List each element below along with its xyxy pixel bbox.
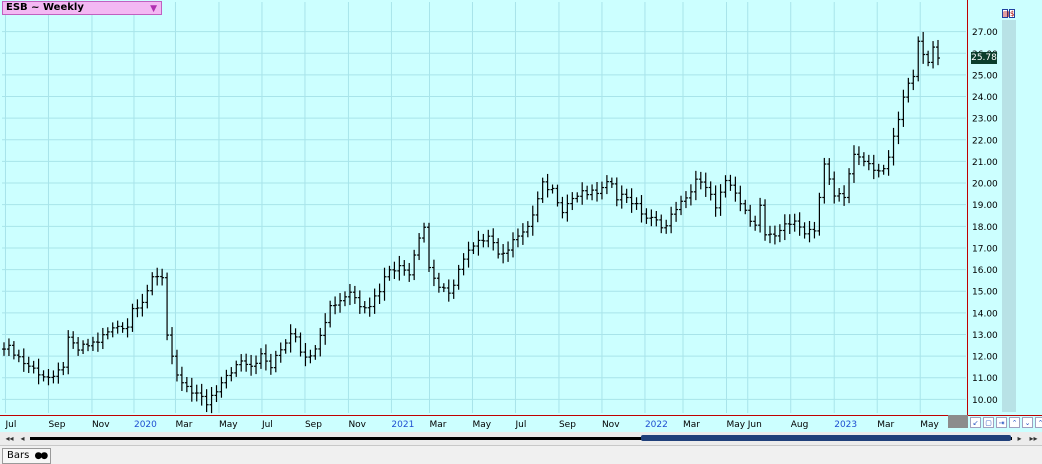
last-price-tag: 25.78 [971,52,997,65]
x-tick-label: 2023 [834,420,857,430]
status-bar: Bars ●● [0,445,1042,464]
symbol-label: ESB ~ Weekly [6,2,84,13]
y-tick-label: 25.00 [972,71,998,81]
tab-dots-icon: ●● [34,451,49,461]
x-tick-label: Sep [48,420,65,430]
scroll-left-icon[interactable]: ◂ [17,433,28,444]
y-tick-label: 15.00 [972,288,998,298]
grid-lines [2,2,966,413]
y-axis-labels: 10.00 11.00 12.00 13.00 14.00 15.00 16.00 17.00… [972,28,998,406]
x-tick-label: Sep [559,420,576,430]
scroll-right-icon[interactable]: ▸ [1014,433,1025,444]
y-tick-label: 22.00 [972,136,998,146]
zoom-buttons[interactable]: ↙ ▢ ⇥ ⌃ ⌄ ⌃ [970,417,1042,428]
x-tick-label: Aug [791,420,809,430]
y-tick-label: 20.00 [972,180,998,190]
scroll-start-icon[interactable]: ◂◂ [4,433,15,444]
bars-tab[interactable]: Bars ●● [2,448,52,464]
zoom-reset-icon[interactable]: ⌃ [1035,417,1042,428]
time-scrollbar[interactable]: ◂◂ ◂ ▸ ▸▸ [0,432,1042,445]
x-tick-label: May [920,420,939,430]
scale-mode-buttons[interactable]: ▤ $ [1002,9,1015,18]
x-tick-label: May [219,420,238,430]
x-tick-label: Mar [683,420,700,430]
x-tick-label: 2022 [645,420,668,430]
x-tick-label: Nov [92,420,110,430]
y-tick-label: 11.00 [972,374,998,384]
y-tick-label: 21.00 [972,158,998,168]
x-tick-label: 2021 [391,420,414,430]
x-tick-label: Sep [305,420,322,430]
x-tick-label: May [472,420,491,430]
scroll-thumb[interactable] [641,435,1011,441]
bars-tab-label: Bars [7,450,30,461]
x-axis-labels: Jul Sep Nov 2020 Mar May Jul Sep Nov 2021 Mar May Ju… [4,420,939,430]
x-tick-label: 2020 [134,420,157,430]
x-tick-label: Jun [747,420,762,430]
zoom-box-icon[interactable]: ▢ [983,417,994,428]
scroll-end-icon[interactable]: ⇥ [996,417,1007,428]
scale-mode-icon-b[interactable]: $ [1009,9,1015,18]
y-tick-label: 23.00 [972,115,998,125]
x-tick-label: Jul [261,420,273,430]
y-tick-label: 24.00 [972,93,998,103]
scroll-end-double-icon[interactable]: ▸▸ [1028,433,1039,444]
y-tick-label: 16.00 [972,266,998,276]
x-tick-label: Jul [4,420,16,430]
zoom-in-icon[interactable]: ↙ [970,417,981,428]
y-tick-label: 17.00 [972,244,998,254]
scale-mode-icon-a[interactable]: ▤ [1002,9,1010,18]
y-tick-label: 27.00 [972,28,998,38]
x-tick-label: Nov [348,420,366,430]
axis-corner-control[interactable] [948,415,968,428]
y-tick-label: 18.00 [972,223,998,233]
y-tick-label: 10.00 [972,396,998,406]
chevron-down-icon[interactable]: ▼ [150,3,157,15]
x-tick-label: Mar [877,420,894,430]
zoom-down-icon[interactable]: ⌄ [1022,417,1033,428]
zoom-up-icon[interactable]: ⌃ [1009,417,1020,428]
y-tick-label: 13.00 [972,331,998,341]
chart-svg: 10.00 11.00 12.00 13.00 14.00 15.00 16.00 17.00… [2,2,998,430]
x-tick-label: May [726,420,745,430]
y-tick-label: 19.00 [972,201,998,211]
x-tick-label: Mar [429,420,446,430]
y-tick-label: 12.00 [972,353,998,363]
x-tick-label: Nov [602,420,620,430]
symbol-selector[interactable]: ESB ~ Weekly ▼ [2,1,162,15]
y-tick-label: 14.00 [972,309,998,319]
x-tick-label: Mar [175,420,192,430]
x-tick-label: Jul [514,420,526,430]
